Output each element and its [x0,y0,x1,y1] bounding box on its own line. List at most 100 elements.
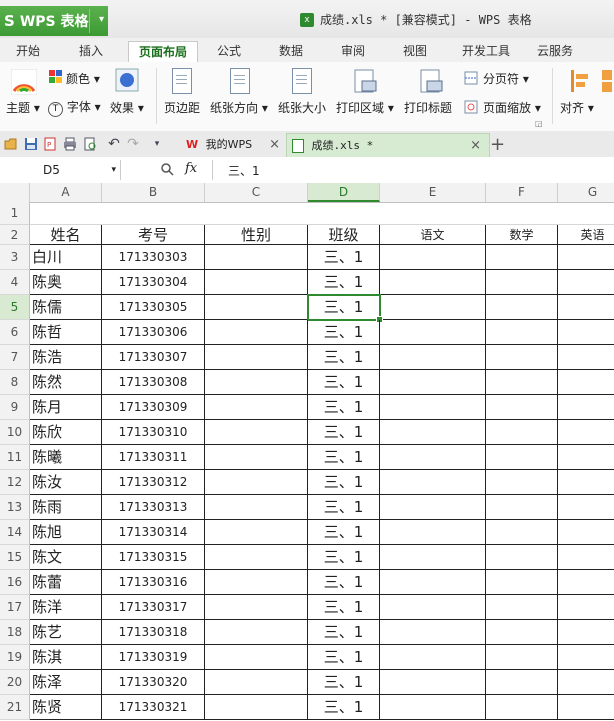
save-icon[interactable] [24,137,38,151]
cell-gender[interactable] [205,645,308,670]
cell-gender[interactable] [205,620,308,645]
cell-english[interactable] [558,520,614,545]
cell-math[interactable] [486,595,558,620]
cell-exam-id[interactable]: 171330316 [102,570,205,595]
fx-icon[interactable]: fx [185,161,197,176]
row-header-16[interactable]: 16 [0,570,30,595]
cell-exam-id[interactable]: 171330319 [102,645,205,670]
row-header-5[interactable]: 5 [0,295,30,320]
cell-english[interactable] [558,370,614,395]
print-title-button[interactable]: 打印标题 [404,99,452,116]
row-header-6[interactable]: 6 [0,320,30,345]
cell-gender[interactable] [205,270,308,295]
cell-english[interactable] [558,295,614,320]
cell-name[interactable]: 陈淇 [30,645,102,670]
cell-chinese[interactable] [380,395,486,420]
cell-class[interactable]: 三、1 [308,570,380,595]
tab-4[interactable]: 公式 [206,41,252,62]
cell-chinese[interactable] [380,320,486,345]
row-header-1[interactable]: 1 [0,202,30,225]
cell-exam-id[interactable]: 171330315 [102,545,205,570]
row-header-8[interactable]: 8 [0,370,30,395]
header-cell-D[interactable]: 班级 [308,225,380,245]
cell-name[interactable]: 陈曦 [30,445,102,470]
row-header-7[interactable]: 7 [0,345,30,370]
cell-english[interactable] [558,445,614,470]
cell-name[interactable]: 陈贤 [30,695,102,720]
cell-gender[interactable] [205,695,308,720]
header-cell-G[interactable]: 英语 [558,225,614,245]
cell-exam-id[interactable]: 171330308 [102,370,205,395]
redo-icon[interactable]: ↷ [126,137,140,151]
cell-english[interactable] [558,645,614,670]
cell-chinese[interactable] [380,295,486,320]
cell-math[interactable] [486,470,558,495]
cell-exam-id[interactable]: 171330312 [102,470,205,495]
cell-class[interactable]: 三、1 [308,545,380,570]
cell-exam-id[interactable]: 171330303 [102,245,205,270]
color-button[interactable]: 颜色 ▾ [66,70,100,87]
cell-gender[interactable] [205,670,308,695]
cell-gender[interactable] [205,395,308,420]
cell-class[interactable]: 三、1 [308,270,380,295]
column-header-E[interactable]: E [380,183,486,202]
cell-math[interactable] [486,395,558,420]
cell-exam-id[interactable]: 171330310 [102,420,205,445]
print-area-button[interactable]: 打印区域 ▾ [336,99,394,116]
doc-tab-grades[interactable]: 成绩.xls * × [286,133,490,158]
page-break-button[interactable]: 分页符 ▾ [483,70,529,87]
tab-3[interactable]: 页面布局 [128,41,198,63]
cell-exam-id[interactable]: 171330304 [102,270,205,295]
cell-name[interactable]: 陈儒 [30,295,102,320]
cell-math[interactable] [486,245,558,270]
cell-gender[interactable] [205,295,308,320]
column-header-G[interactable]: G [558,183,614,202]
cell-class[interactable]: 三、1 [308,470,380,495]
cell-name[interactable]: 陈月 [30,395,102,420]
row-header-4[interactable]: 4 [0,270,30,295]
cell-math[interactable] [486,370,558,395]
row-header-9[interactable]: 9 [0,395,30,420]
cell-english[interactable] [558,695,614,720]
cell-math[interactable] [486,420,558,445]
cell-english[interactable] [558,470,614,495]
cell-class[interactable]: 三、1 [308,695,380,720]
cell-exam-id[interactable]: 171330314 [102,520,205,545]
close-icon[interactable]: × [269,133,280,157]
cell-chinese[interactable] [380,545,486,570]
row-header-18[interactable]: 18 [0,620,30,645]
cell-class[interactable]: 三、1 [308,420,380,445]
cell-math[interactable] [486,695,558,720]
cell-name[interactable]: 陈文 [30,545,102,570]
cell-english[interactable] [558,420,614,445]
print-area-icon[interactable] [352,68,378,94]
column-header-D[interactable]: D [308,183,380,202]
cell-math[interactable] [486,645,558,670]
cell-class[interactable]: 三、1 [308,595,380,620]
cell-gender[interactable] [205,495,308,520]
dialog-launcher-icon[interactable]: ◲ [535,119,543,128]
header-cell-E[interactable]: 语文 [380,225,486,245]
cell-english[interactable] [558,345,614,370]
cell-chinese[interactable] [380,245,486,270]
cell-math[interactable] [486,670,558,695]
cell-chinese[interactable] [380,270,486,295]
cell-english[interactable] [558,270,614,295]
cell-class[interactable]: 三、1 [308,320,380,345]
cell-math[interactable] [486,270,558,295]
print-title-icon[interactable] [418,68,444,94]
cell-class[interactable]: 三、1 [308,245,380,270]
cell-chinese[interactable] [380,495,486,520]
cell-class[interactable]: 三、1 [308,445,380,470]
column-header-F[interactable]: F [486,183,558,202]
cell-gender[interactable] [205,470,308,495]
cell-class[interactable]: 三、1 [308,495,380,520]
open-folder-icon[interactable] [4,137,18,151]
cell-chinese[interactable] [380,595,486,620]
cell-name[interactable]: 陈浩 [30,345,102,370]
cell-name[interactable]: 陈汝 [30,470,102,495]
header-cell-C[interactable]: 性别 [205,225,308,245]
cell-math[interactable] [486,345,558,370]
margins-icon[interactable] [172,68,192,94]
cell-math[interactable] [486,545,558,570]
